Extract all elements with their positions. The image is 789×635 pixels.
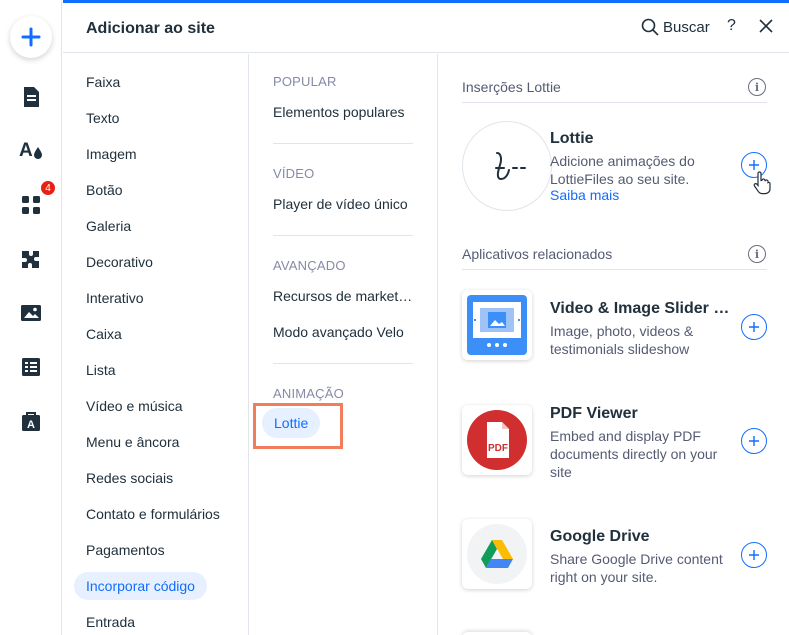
app-name: Video & Image Slider & Carousel (550, 300, 730, 317)
divider (273, 363, 413, 364)
info-icon[interactable]: i (748, 245, 766, 263)
apps-badge: 4 (40, 180, 56, 196)
category-item[interactable]: Vídeo e música (74, 392, 195, 420)
add-app-button[interactable] (741, 542, 767, 568)
category-item[interactable]: Entrada (74, 608, 147, 635)
category-item[interactable]: Interativo (74, 284, 156, 312)
lottie-name: Lottie (550, 130, 594, 147)
google-drive-icon (467, 524, 527, 584)
video-slider-icon (467, 295, 527, 355)
divider (273, 143, 413, 144)
section-advanced-title: AVANÇADO (273, 258, 346, 273)
app-thumbnail[interactable] (462, 519, 532, 589)
app-description: Share Google Drive content right on your… (550, 551, 723, 585)
category-list: Faixa Texto Imagem Botão Galeria Decorat… (63, 54, 249, 635)
learn-more-link[interactable]: Saiba mais (550, 187, 619, 203)
search-icon (641, 18, 659, 36)
plus-icon (749, 436, 759, 446)
plus-icon (749, 160, 759, 170)
add-app-button[interactable] (741, 428, 767, 454)
category-item[interactable]: Faixa (74, 68, 132, 96)
pages-icon[interactable] (19, 85, 43, 109)
highlight-box (253, 403, 343, 449)
subcategory-item[interactable]: Modo avançado Velo (273, 324, 415, 340)
app-name: Google Drive (550, 528, 650, 545)
search-button[interactable]: Buscar (641, 18, 710, 36)
content-area: Inserções Lottie i Lottie Adicione anima… (439, 54, 789, 635)
svg-text:A: A (27, 419, 35, 431)
pdf-icon: PDF (467, 410, 527, 470)
add-app-button[interactable] (741, 314, 767, 340)
section-popular-title: POPULAR (273, 74, 337, 89)
help-button[interactable]: ? (727, 17, 736, 35)
category-item[interactable]: Contato e formulários (74, 500, 232, 528)
svg-text:A: A (19, 140, 33, 161)
apps-icon[interactable] (19, 193, 43, 217)
panel-title: Adicionar ao site (86, 20, 215, 37)
cms-icon[interactable] (19, 355, 43, 379)
category-item[interactable]: Caixa (74, 320, 134, 348)
design-icon[interactable]: A (19, 138, 43, 162)
lottie-section-title: Inserções Lottie (462, 79, 561, 95)
category-item[interactable]: Pagamentos (74, 536, 177, 564)
puzzle-icon[interactable] (19, 247, 43, 271)
category-item[interactable]: Galeria (74, 212, 143, 240)
app-description: Image, photo, videos & testimonials slid… (550, 323, 694, 357)
category-item-active[interactable]: Incorporar código (74, 572, 207, 600)
plus-icon (749, 550, 759, 560)
section-video-title: VÍDEO (273, 166, 315, 181)
lottie-logo-icon (495, 152, 526, 181)
related-section-title: Aplicativos relacionados (462, 246, 613, 262)
section-animation-title: ANIMAÇÃO (273, 386, 344, 401)
app-name: PDF Viewer (550, 405, 638, 422)
category-item[interactable]: Decorativo (74, 248, 165, 276)
lottie-thumbnail[interactable] (462, 121, 552, 211)
add-panel: Adicionar ao site Buscar ? Faixa Texto I… (63, 0, 789, 635)
category-item[interactable]: Texto (74, 104, 131, 132)
subcategory-list: POPULAR Elementos populares VÍDEO Player… (250, 54, 438, 635)
add-elements-button[interactable] (10, 16, 52, 58)
divider (273, 235, 413, 236)
panel-header: Adicionar ao site Buscar ? (63, 3, 789, 53)
app-thumbnail[interactable]: PDF (462, 405, 532, 475)
category-item[interactable]: Menu e âncora (74, 428, 191, 456)
category-item[interactable]: Redes sociais (74, 464, 185, 492)
search-label: Buscar (663, 18, 710, 36)
divider (462, 102, 767, 103)
info-icon[interactable]: i (748, 78, 766, 96)
subcategory-item[interactable]: Player de vídeo único (273, 196, 415, 212)
app-thumbnail[interactable] (462, 290, 532, 360)
business-icon[interactable]: A (19, 409, 43, 433)
hand-cursor-icon (753, 171, 771, 195)
category-item[interactable]: Lista (74, 356, 128, 384)
lottie-description: Adicione animações do LottieFiles ao seu… (550, 153, 695, 187)
subcategory-item[interactable]: Elementos populares (273, 104, 415, 120)
category-item[interactable]: Imagem (74, 140, 149, 168)
plus-icon (749, 322, 759, 332)
subcategory-item[interactable]: Recursos de marketing (273, 288, 415, 304)
media-icon[interactable] (19, 301, 43, 325)
plus-icon (21, 27, 41, 47)
left-rail: A 4 A (0, 0, 62, 635)
app-description: Embed and display PDF documents directly… (550, 428, 718, 480)
category-item[interactable]: Botão (74, 176, 135, 204)
svg-text:PDF: PDF (488, 443, 508, 454)
divider (462, 269, 767, 270)
close-icon[interactable] (759, 19, 773, 33)
